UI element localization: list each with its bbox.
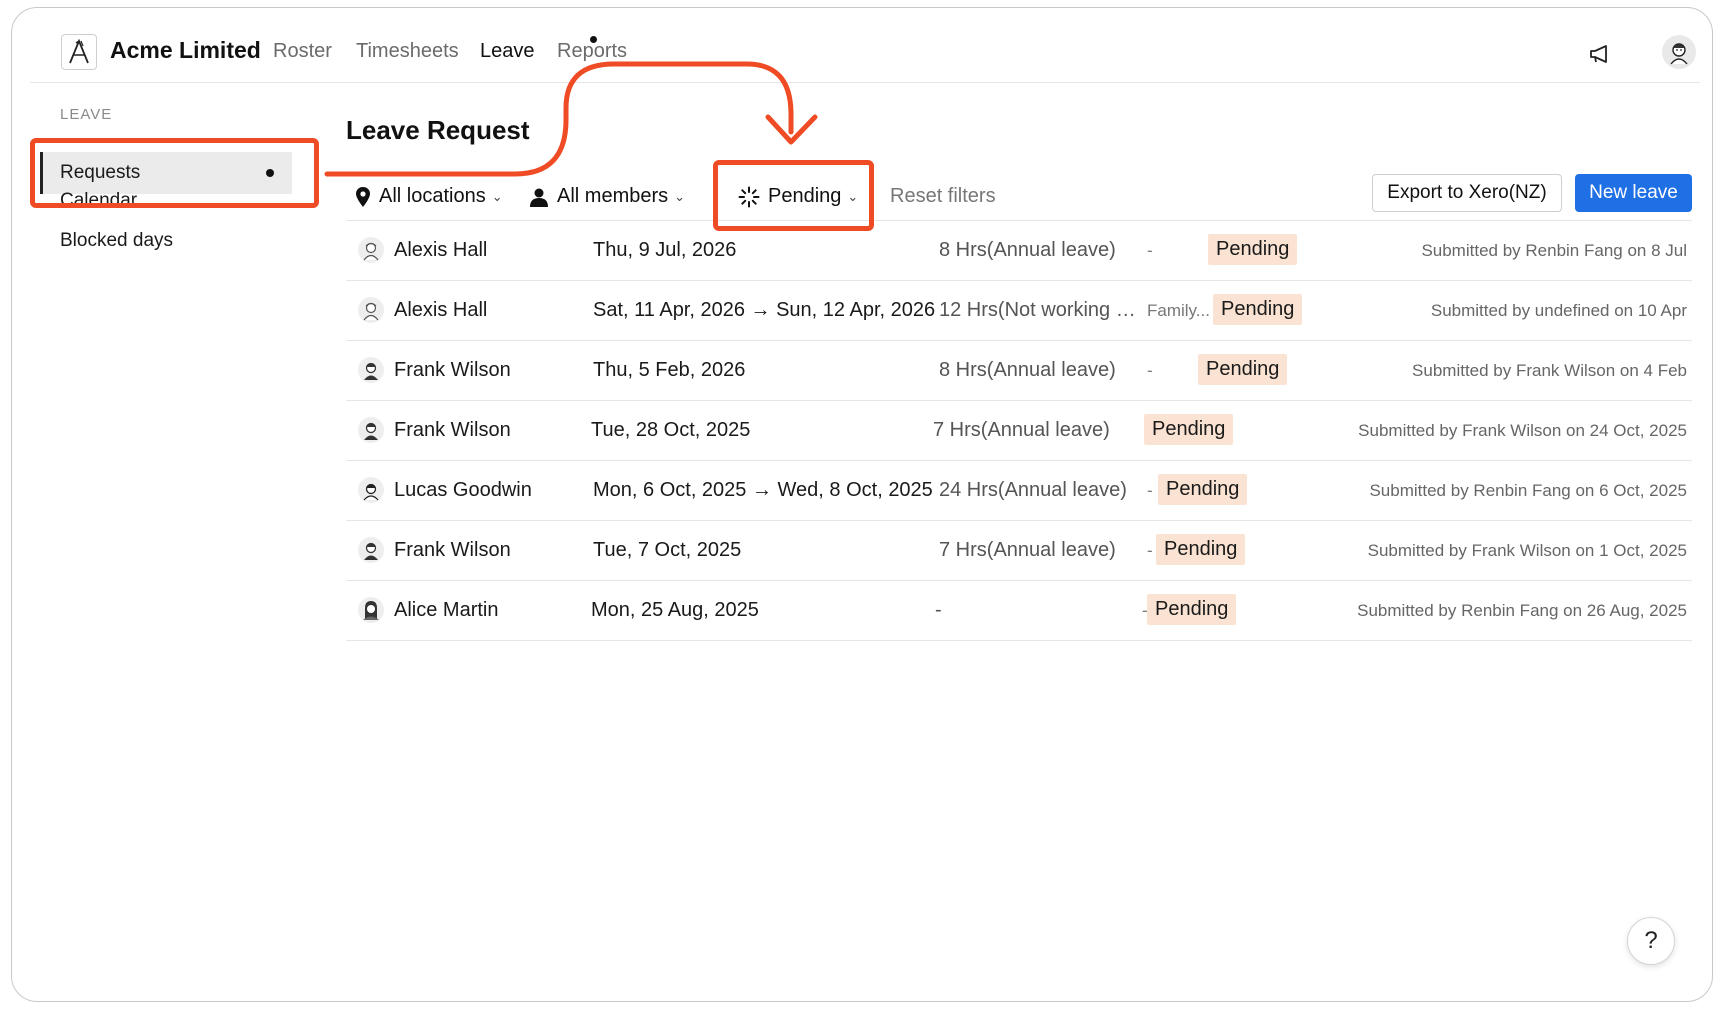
annotation-arrow bbox=[324, 61, 818, 177]
